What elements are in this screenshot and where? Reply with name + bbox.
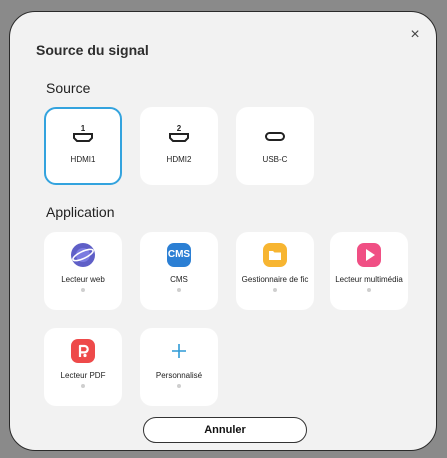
hdmi-icon: 1: [71, 123, 95, 150]
status-dot: [177, 384, 181, 388]
app-label: Lecteur PDF: [60, 371, 106, 380]
source-dialog: Source du signal × Source 1 HDMI1 2 HDMI…: [9, 11, 437, 451]
media-player-icon: [357, 243, 381, 267]
source-label: HDMI1: [70, 155, 96, 164]
hdmi-icon: 2: [167, 123, 191, 150]
plus-icon: [167, 339, 191, 363]
source-label: USB-C: [262, 155, 288, 164]
folder-icon: [263, 243, 287, 267]
status-dot: [81, 288, 85, 292]
source-hdmi1[interactable]: 1 HDMI1: [44, 107, 122, 185]
app-media-player[interactable]: Lecteur multimédia: [330, 232, 408, 310]
app-custom[interactable]: Personnalisé: [140, 328, 218, 406]
svg-text:2: 2: [177, 124, 182, 133]
app-pdf-reader[interactable]: Lecteur PDF: [44, 328, 122, 406]
web-browser-icon: [71, 243, 95, 267]
usb-c-icon: [263, 123, 287, 150]
status-dot: [81, 384, 85, 388]
app-cms[interactable]: CMS CMS: [140, 232, 218, 310]
app-label: CMS: [170, 275, 188, 284]
app-label: Lecteur web: [61, 275, 105, 284]
source-heading: Source: [46, 80, 91, 96]
close-icon[interactable]: ×: [404, 24, 426, 46]
dialog-title: Source du signal: [36, 42, 149, 58]
app-file-manager[interactable]: Gestionnaire de fic: [236, 232, 314, 310]
source-usb-c[interactable]: USB-C: [236, 107, 314, 185]
status-dot: [177, 288, 181, 292]
pdf-icon: [71, 339, 95, 363]
status-dot: [367, 288, 371, 292]
source-label: HDMI2: [166, 155, 192, 164]
source-hdmi2[interactable]: 2 HDMI2: [140, 107, 218, 185]
svg-text:1: 1: [81, 124, 86, 133]
app-label: Lecteur multimédia: [335, 275, 403, 284]
cms-icon: CMS: [167, 243, 191, 267]
cancel-button[interactable]: Annuler: [143, 417, 307, 443]
status-dot: [273, 288, 277, 292]
app-web-browser[interactable]: Lecteur web: [44, 232, 122, 310]
app-label: Gestionnaire de fic: [241, 275, 309, 284]
application-heading: Application: [46, 204, 115, 220]
app-label: Personnalisé: [155, 371, 203, 380]
